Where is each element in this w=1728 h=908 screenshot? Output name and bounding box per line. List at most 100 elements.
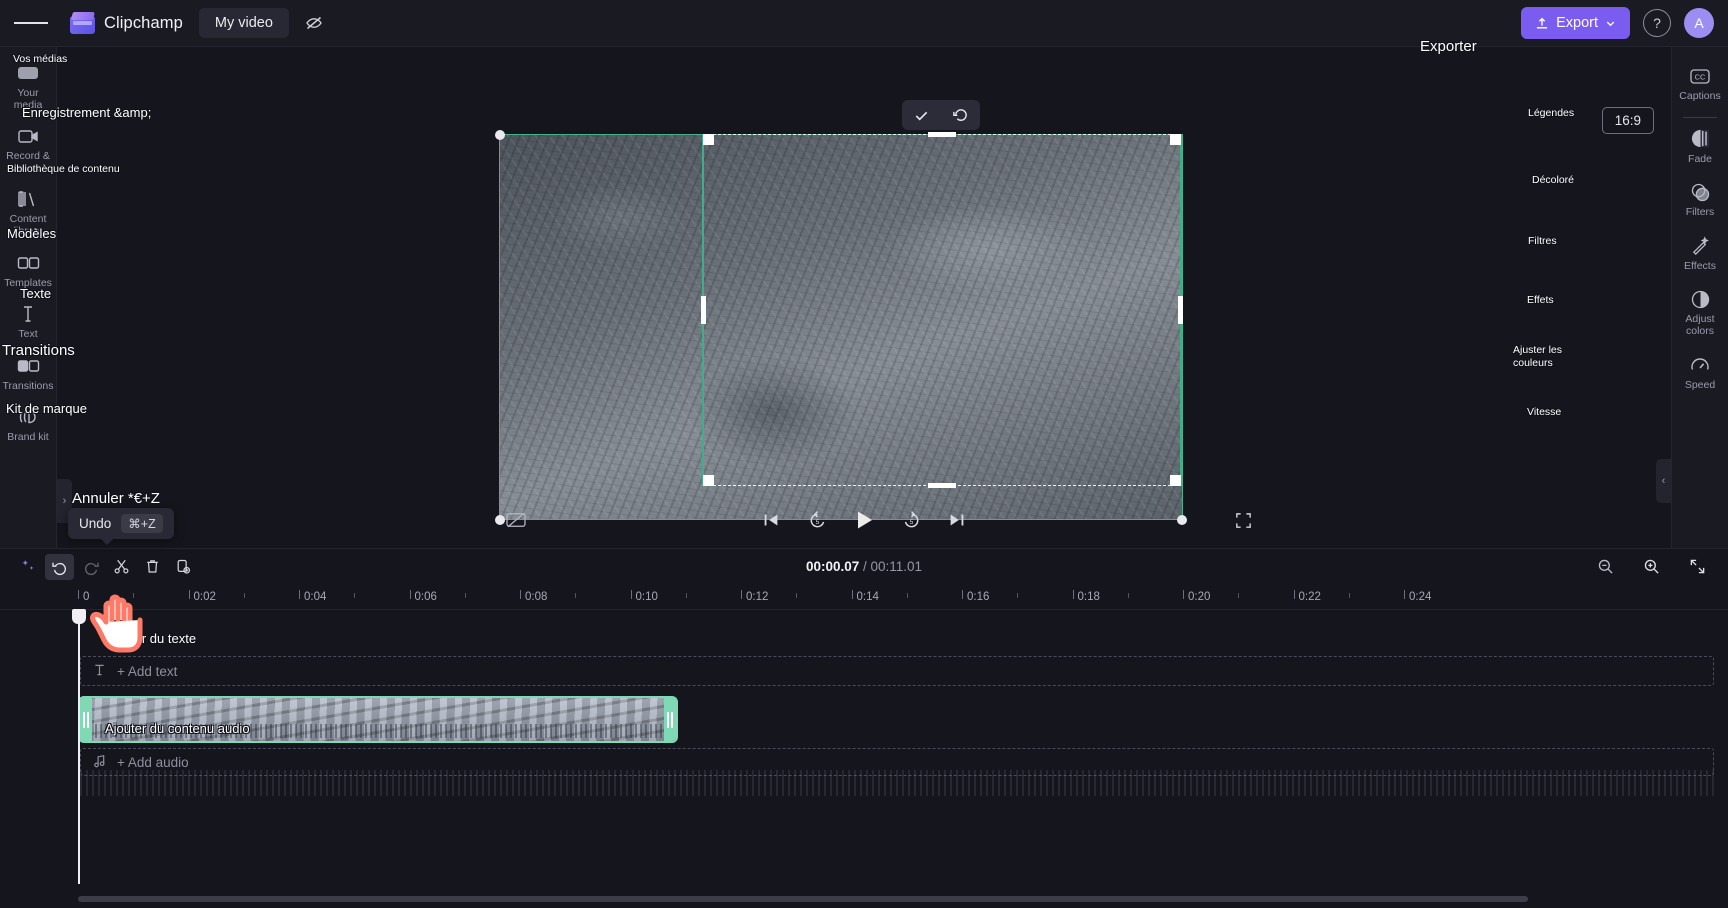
add-text-track[interactable]: + Add text [80, 656, 1714, 686]
crop-handle-top-left[interactable] [703, 134, 714, 145]
svg-text:5: 5 [815, 518, 819, 525]
crop-handle-top-right[interactable] [1170, 134, 1181, 145]
playhead-knob[interactable] [72, 609, 86, 624]
svg-text:CC: CC [1695, 72, 1706, 81]
crop-handle-left[interactable] [701, 296, 706, 324]
sidebar-item-your-media[interactable]: Your media [1, 55, 56, 118]
sidebar-label-adjust-colors: Adjust colors [1685, 313, 1715, 337]
export-button[interactable]: Export [1521, 7, 1630, 39]
timeline: 00:00.07 / 00:11.01 0 0:02 0:04 0:06 0:08 0:1… [0, 548, 1728, 908]
undo-icon [51, 562, 66, 575]
effects-icon [1688, 235, 1712, 257]
video-stage [57, 47, 1671, 525]
player-controls: 5 5 [57, 492, 1671, 548]
project-title-input[interactable]: My video [198, 8, 289, 38]
crop-handle-right[interactable] [1178, 296, 1183, 324]
total-time: 00:11.01 [870, 559, 923, 574]
sidebar-item-fade[interactable]: Fade [1672, 120, 1728, 174]
sidebar-label-brand-kit: Brand kit [7, 431, 49, 444]
ruler-tick-label: 0:18 [1077, 591, 1100, 603]
zoom-in-icon[interactable] [1637, 554, 1666, 580]
chevron-left-icon[interactable]: ‹ [1656, 459, 1671, 503]
undo-tooltip-label: Undo [79, 516, 112, 531]
sidebar-item-captions[interactable]: CC Captions [1672, 57, 1728, 111]
timeline-ruler[interactable]: 0 0:02 0:04 0:06 0:08 0:10 0:12 0:14 0:16 0:18 0:2… [0, 584, 1728, 610]
captions-toggle[interactable] [505, 511, 527, 529]
crop-handle-bottom-right[interactable] [1170, 475, 1181, 486]
delete-button[interactable] [138, 554, 167, 580]
sidebar-item-transitions[interactable]: Transitions [1, 348, 56, 400]
crop-handle-top[interactable] [928, 132, 956, 137]
ruler-tick-label: 0:10 [635, 591, 658, 603]
captions-off-icon [506, 512, 526, 528]
sidebar-item-speed[interactable]: Speed [1672, 346, 1728, 400]
duplicate-button[interactable] [169, 554, 198, 580]
top-bar: Clipchamp My video Export ? A [0, 0, 1728, 47]
skip-back-icon[interactable] [757, 506, 785, 534]
clip-trim-handle-right[interactable] [664, 698, 676, 741]
sidebar-label-filters: Filters [1685, 206, 1715, 219]
sidebar-label-your-media: Your media [13, 87, 43, 111]
filters-icon [1688, 181, 1712, 203]
chevron-down-icon [1606, 21, 1615, 26]
ruler-tick-minor [1017, 593, 1019, 598]
crop-handle-bottom[interactable] [928, 483, 956, 488]
avatar[interactable]: A [1684, 8, 1714, 38]
ruler-tick-minor [133, 593, 135, 598]
ruler-tick-minor [1238, 593, 1240, 598]
aspect-ratio-button[interactable]: 16:9 [1601, 107, 1654, 134]
rewind-5-icon[interactable]: 5 [803, 506, 831, 534]
timeline-toolbar: 00:00.07 / 00:11.01 [0, 549, 1728, 584]
help-button[interactable]: ? [1643, 9, 1671, 37]
ruler-tick-minor [1127, 593, 1129, 598]
play-icon[interactable] [849, 505, 879, 535]
sidebar-item-content-library[interactable]: Content library [1, 181, 56, 244]
timeline-zoom-controls [1591, 554, 1714, 580]
playhead[interactable] [72, 609, 86, 884]
crop-selection-box[interactable] [701, 132, 1183, 488]
sidebar-item-effects[interactable]: Effects [1672, 227, 1728, 281]
forward-5-icon[interactable]: 5 [897, 506, 925, 534]
clip-trim-handle-left[interactable] [80, 698, 92, 741]
zoom-out-icon[interactable] [1591, 554, 1620, 580]
frame-handle-top-left[interactable] [495, 130, 505, 140]
add-audio-label: + Add audio [117, 754, 189, 770]
hide-preview-icon[interactable] [297, 7, 331, 39]
upload-icon [1537, 17, 1548, 29]
split-button[interactable] [107, 554, 136, 580]
frame-handle-bottom-right[interactable] [1177, 515, 1187, 525]
ruler-tick-label: 0:24 [1409, 591, 1432, 603]
hamburger-menu-icon[interactable] [14, 6, 48, 40]
ruler-tick-label: 0:02 [193, 591, 216, 603]
skip-forward-icon[interactable] [943, 506, 971, 534]
sidebar-item-brand-kit[interactable]: Brand kit [1, 399, 56, 451]
templates-icon [16, 252, 40, 274]
undo-arrow-icon[interactable] [948, 103, 974, 127]
check-icon[interactable] [909, 103, 935, 127]
crop-handle-bottom-left[interactable] [703, 475, 714, 486]
transitions-icon [16, 355, 40, 377]
sidebar-item-adjust-colors[interactable]: Adjust colors [1672, 280, 1728, 345]
sidebar-item-record-create[interactable]: Record & create [1, 118, 56, 181]
brand: Clipchamp [70, 11, 183, 35]
frame-handle-bottom-left[interactable] [495, 515, 505, 525]
ruler-tick-label: 0:06 [414, 591, 437, 603]
time-separator: / [859, 559, 871, 574]
fullscreen-button[interactable] [1234, 511, 1671, 530]
sidebar-item-filters[interactable]: Filters [1672, 173, 1728, 227]
sidebar-label-effects: Effects [1684, 259, 1716, 272]
crop-dashed-border [703, 134, 1181, 486]
undo-button[interactable] [45, 553, 74, 580]
timeline-horizontal-scrollbar[interactable] [78, 896, 1528, 902]
sidebar-item-templates[interactable]: Templates [1, 245, 56, 297]
adjust-colors-icon [1688, 288, 1712, 310]
ruler-tick-label: 0 [83, 591, 90, 603]
sidebar-label-content-library: Content library [9, 213, 47, 237]
sidebar-item-text[interactable]: Text [1, 296, 56, 348]
magic-wand-icon[interactable] [14, 554, 43, 580]
fit-timeline-icon[interactable] [1683, 554, 1712, 580]
redo-button[interactable] [76, 554, 105, 580]
add-audio-track[interactable]: + Add audio [80, 748, 1714, 776]
video-clip[interactable] [78, 696, 678, 743]
fullscreen-icon [1236, 512, 1251, 528]
